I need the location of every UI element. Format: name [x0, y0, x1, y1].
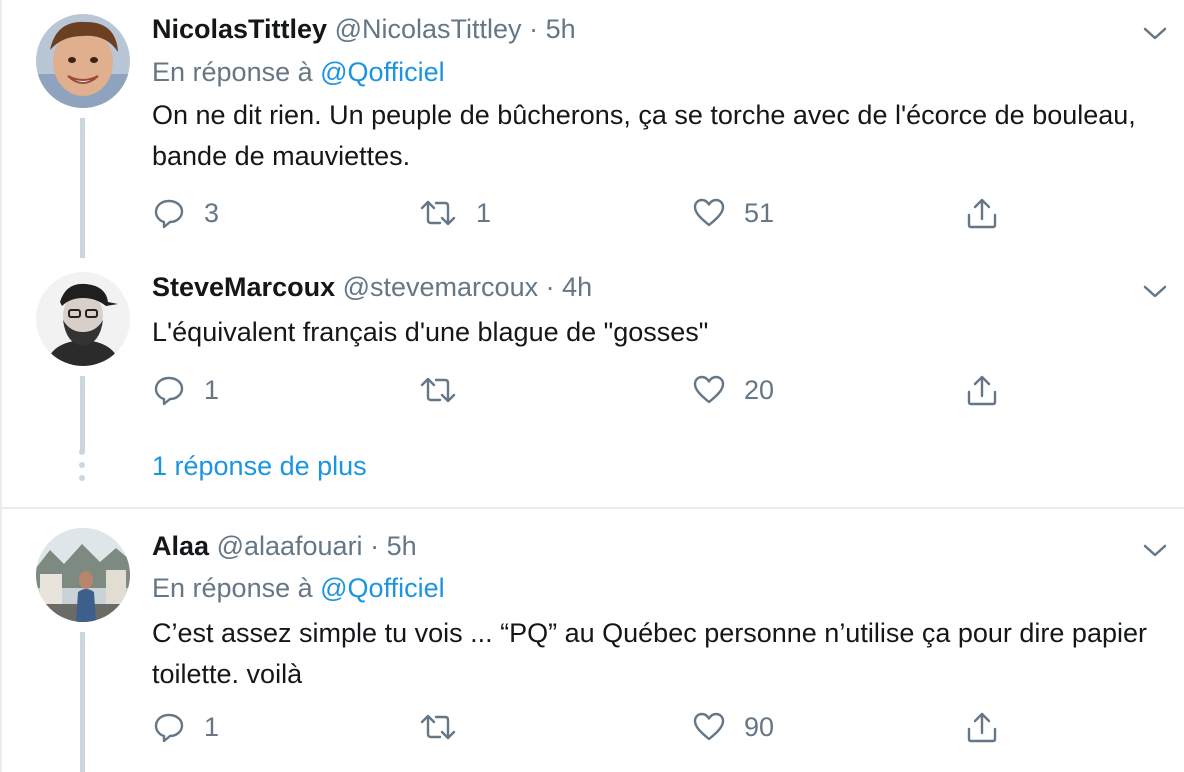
tweet-text: On ne dit rien. Un peuple de bûcherons, …: [152, 100, 1136, 171]
retweet-icon: [420, 200, 456, 226]
avatar-image: [36, 14, 130, 108]
share-button[interactable]: [964, 707, 1000, 747]
share-icon: [967, 198, 997, 229]
separator-dot: ·: [529, 14, 539, 44]
heart-icon: [693, 198, 725, 227]
mention-link[interactable]: @Qofficiel: [320, 57, 444, 87]
reply-count: 1: [204, 374, 220, 405]
reply-count: 1: [204, 711, 220, 742]
timestamp[interactable]: 4h: [562, 272, 592, 302]
separator-dot: ·: [370, 531, 380, 561]
chevron-down-icon[interactable]: [1140, 24, 1170, 44]
retweet-button[interactable]: [418, 370, 476, 410]
reply-button[interactable]: 1: [152, 370, 219, 410]
share-button[interactable]: [964, 370, 1000, 410]
tweet-actions: 1 90: [152, 707, 1012, 747]
share-icon: [967, 375, 997, 406]
tweet-header: SteveMarcoux @stevemarcoux · 4h: [152, 272, 592, 303]
chevron-down-icon[interactable]: [1140, 282, 1170, 302]
thread-connector-line: [80, 118, 85, 258]
timestamp[interactable]: 5h: [546, 14, 576, 44]
username[interactable]: @alaafouari: [217, 531, 363, 561]
avatar-image: [36, 272, 130, 366]
tweet-header: NicolasTittley @NicolasTittley · 5h: [152, 14, 576, 45]
tweet-actions: 3 1 51: [152, 193, 1012, 233]
reply-icon: [154, 713, 184, 743]
reply-button[interactable]: 1: [152, 707, 219, 747]
reply-context: En réponse à @Qofficiel: [152, 573, 445, 604]
retweet-icon: [420, 377, 456, 403]
tweet-header: Alaa @alaafouari · 5h: [152, 531, 417, 562]
like-button[interactable]: 20: [692, 370, 774, 410]
thread-connector-line: [80, 376, 85, 452]
reply-icon: [154, 376, 184, 406]
reply-prefix: En réponse à: [152, 57, 313, 87]
display-name[interactable]: SteveMarcoux: [152, 272, 335, 302]
tweet-text: C’est assez simple tu vois ... “PQ” au Q…: [152, 618, 1147, 689]
username[interactable]: @stevemarcoux: [343, 272, 538, 302]
username[interactable]: @NicolasTittley: [335, 14, 522, 44]
mention-link[interactable]: @Qofficiel: [320, 573, 444, 603]
conversation-thread: NicolasTittley @NicolasTittley · 5h En r…: [0, 0, 1184, 772]
share-button[interactable]: [964, 193, 1000, 233]
avatar[interactable]: [36, 14, 130, 108]
timestamp[interactable]: 5h: [387, 531, 417, 561]
retweet-button[interactable]: 1: [418, 193, 491, 233]
reply-count: 3: [204, 197, 220, 228]
show-more-replies-link[interactable]: 1 réponse de plus: [152, 451, 367, 482]
separator-dot: ·: [545, 272, 555, 302]
like-button[interactable]: 51: [692, 193, 774, 233]
share-icon: [967, 712, 997, 743]
like-count: 51: [744, 197, 775, 228]
avatar-image: [36, 528, 130, 622]
reply-context: En réponse à @Qofficiel: [152, 57, 445, 88]
retweet-button[interactable]: [418, 707, 476, 747]
reply-button[interactable]: 3: [152, 193, 219, 233]
avatar[interactable]: [36, 528, 130, 622]
tweet-text: L'équivalent français d'une blague de "g…: [152, 317, 709, 347]
tweet[interactable]: SteveMarcoux @stevemarcoux · 4h L'équiva…: [2, 262, 1184, 452]
display-name[interactable]: NicolasTittley: [152, 14, 327, 44]
tweet-actions: 1 20: [152, 370, 1012, 410]
reply-icon: [154, 199, 184, 229]
heart-icon: [693, 375, 725, 404]
tweet[interactable]: Alaa @alaafouari · 5h En réponse à @Qoff…: [2, 509, 1184, 772]
like-button[interactable]: 90: [692, 707, 774, 747]
avatar[interactable]: [36, 272, 130, 366]
thread-connector-line: [80, 632, 85, 772]
like-count: 20: [744, 374, 775, 405]
chevron-down-icon[interactable]: [1140, 541, 1170, 561]
reply-prefix: En réponse à: [152, 573, 313, 603]
retweet-count: 1: [476, 197, 492, 228]
display-name[interactable]: Alaa: [152, 531, 209, 561]
heart-icon: [693, 712, 725, 741]
tweet[interactable]: NicolasTittley @NicolasTittley · 5h En r…: [2, 0, 1184, 262]
more-replies-dots: [79, 449, 85, 488]
retweet-icon: [420, 714, 456, 740]
like-count: 90: [744, 711, 775, 742]
